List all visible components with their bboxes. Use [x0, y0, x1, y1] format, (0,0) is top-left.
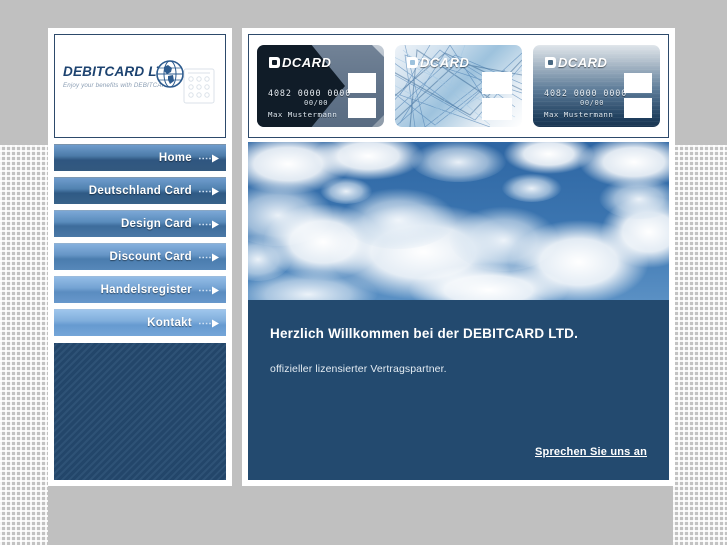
sidebar-item-label: Handelsregister — [100, 284, 192, 296]
sidebar: DEBITCARD LTD. Enjoy your benefits with … — [48, 28, 232, 486]
card-number: 4082 0000 0000 — [268, 88, 352, 98]
card-showcase: DCARD 4082 0000 0000 00/00 Max Musterman… — [248, 34, 669, 138]
sidebar-nav: Home Deutschland Card Design Card Discou… — [54, 144, 226, 342]
dcard-logo-icon — [407, 57, 418, 68]
sidebar-item-home[interactable]: Home — [54, 144, 226, 171]
welcome-panel: Herzlich Willkommen bei der DEBITCARD LT… — [248, 300, 669, 480]
credit-card-chevron[interactable]: DCARD 4082 0000 0000 00/00 Max Musterman… — [257, 45, 384, 127]
welcome-subtitle: offizieller lizensierter Vertragspartner… — [270, 363, 447, 375]
logo-panel: DEBITCARD LTD. Enjoy your benefits with … — [54, 34, 226, 138]
credit-card-gradient[interactable]: DCARD 4082 0000 0000 00/00 Max Musterman… — [533, 45, 660, 127]
dcard-logo-icon — [545, 57, 556, 68]
card-brand-text: DCARD — [558, 55, 608, 70]
sidebar-item-design-card[interactable]: Design Card — [54, 210, 226, 237]
dotted-arrow-right-icon — [199, 154, 219, 163]
contact-link[interactable]: Sprechen Sie uns an — [535, 446, 647, 458]
card-brand-text: DCARD — [282, 55, 332, 70]
keypad-icon — [183, 68, 215, 104]
sidebar-item-label: Home — [158, 152, 192, 164]
hero-sky-banner — [248, 142, 669, 300]
card-holder-name: Max Mustermann — [544, 110, 614, 119]
sidebar-item-handelsregister[interactable]: Handelsregister — [54, 276, 226, 303]
page-frame: DEBITCARD LTD. Enjoy your benefits with … — [48, 28, 675, 486]
card-brand-text: DCARD — [420, 55, 470, 70]
sidebar-item-deutschland-card[interactable]: Deutschland Card — [54, 177, 226, 204]
sidebar-item-kontakt[interactable]: Kontakt — [54, 309, 226, 336]
logo-lockup: DEBITCARD LTD. Enjoy your benefits with … — [63, 60, 219, 109]
card-expiry: 00/00 — [580, 99, 605, 107]
sidebar-item-label: Discount Card — [109, 251, 192, 263]
card-brand: DCARD — [407, 55, 469, 70]
card-holder-name: Max Mustermann — [268, 110, 338, 119]
clouds-illustration — [248, 142, 669, 300]
card-chip-upper — [624, 73, 652, 93]
dotted-arrow-right-icon — [199, 220, 219, 229]
background-dot-texture-right — [673, 145, 727, 545]
dcard-logo-icon — [269, 57, 280, 68]
card-number: 4082 0000 0000 — [544, 88, 628, 98]
dotted-arrow-right-icon — [199, 286, 219, 295]
card-chip-lower — [348, 98, 376, 118]
credit-card-abstract[interactable]: DCARD — [395, 45, 522, 127]
card-expiry: 00/00 — [304, 99, 329, 107]
sidebar-item-discount-card[interactable]: Discount Card — [54, 243, 226, 270]
dotted-arrow-right-icon — [199, 253, 219, 262]
card-chip-lower — [624, 98, 652, 118]
main-content: DCARD 4082 0000 0000 00/00 Max Musterman… — [242, 28, 675, 486]
sidebar-texture-panel — [54, 343, 226, 480]
card-brand: DCARD — [269, 55, 331, 70]
background-dot-texture-left — [0, 145, 48, 545]
card-chip-lower — [482, 98, 512, 120]
sidebar-item-label: Design Card — [120, 218, 192, 230]
dotted-arrow-right-icon — [199, 187, 219, 196]
sidebar-item-label: Kontakt — [147, 317, 192, 329]
sidebar-item-label: Deutschland Card — [88, 185, 192, 197]
welcome-title: Herzlich Willkommen bei der DEBITCARD LT… — [270, 326, 579, 341]
card-chip-upper — [348, 73, 376, 93]
dotted-arrow-right-icon — [199, 319, 219, 328]
card-chip-upper — [482, 72, 512, 94]
card-brand: DCARD — [545, 55, 607, 70]
